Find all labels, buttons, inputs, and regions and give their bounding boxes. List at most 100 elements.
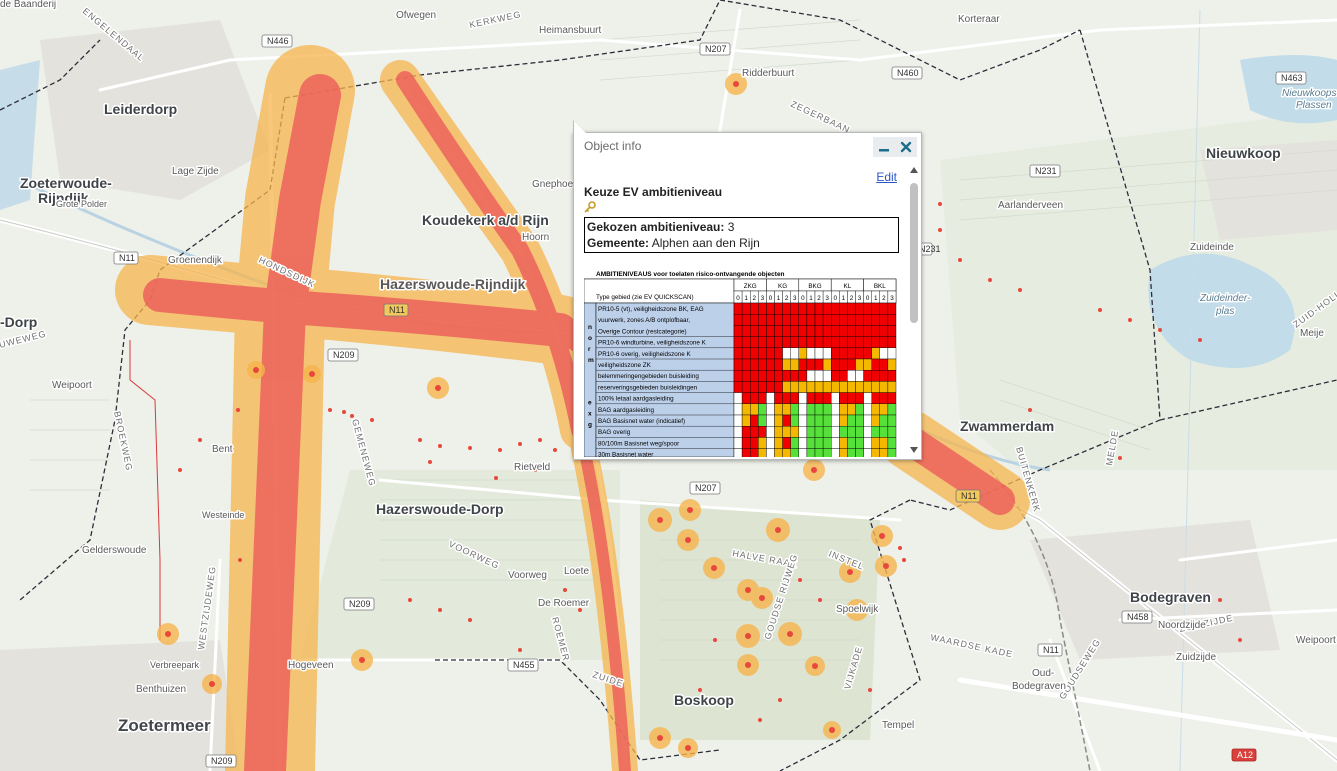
close-button[interactable] (898, 139, 914, 155)
matrix-row-label: PR10-6 overig, veiligheidszone K (598, 351, 692, 358)
matrix-level-label: 2 (882, 295, 886, 302)
place-heimansbuurt: Heimansbuurt (539, 25, 601, 36)
shield-n231: N231 (1029, 164, 1061, 178)
place-zuideinder-plas-1: Zuideinder- (1199, 293, 1251, 304)
shield-n463: N463 (1275, 71, 1307, 85)
svg-text:N11: N11 (1043, 645, 1059, 655)
shield-n207-top: N207 (699, 42, 731, 56)
matrix-level-label: 3 (793, 295, 797, 302)
object-heading: Keuze EV ambitieniveau (584, 185, 723, 199)
place-ridderbuurt: Ridderbuurt (742, 68, 794, 79)
place-koudekerk: Koudekerk a/d Rijn (422, 212, 549, 228)
place-voorweg: Voorweg (508, 570, 547, 581)
matrix-row-header: Type gebied (zie EV QUICKSCAN) (596, 294, 694, 301)
scroll-up-arrow-icon[interactable] (910, 167, 918, 173)
place-grote-polder: Grote Polder (56, 199, 107, 209)
place-leiderdorp: Leiderdorp (104, 101, 177, 117)
place-bent: Bent (212, 444, 233, 455)
matrix-row-label: 100% letaal aardgasleiding (598, 396, 674, 403)
place-oud-bodegraven-2: Bodegraven (1012, 681, 1066, 692)
attribute-label: Gekozen ambitieniveau: (587, 220, 725, 234)
place-nieuwkoopse-plassen-2: Plassen (1296, 100, 1332, 111)
place-gelderswoude: Gelderswoude (82, 545, 147, 556)
key-icon (584, 201, 596, 216)
place-verbreepark: Verbreepark (150, 660, 200, 670)
place-nieuwkoopse-plassen-1: Nieuwkoopse (1282, 88, 1337, 99)
matrix-level-label: 0 (833, 295, 837, 302)
matrix-level-label: 2 (752, 295, 756, 302)
attribute-label: Gemeente: (587, 236, 650, 250)
urban-area-zoetermeer (0, 640, 240, 771)
matrix-level-label: 3 (761, 295, 765, 302)
matrix-group-label: BKG (808, 283, 821, 290)
ambition-matrix-image: AMBITIENIVEAUS voor toelaten risico-ontv… (584, 267, 897, 457)
place-hoorn: Hoorn (522, 232, 549, 243)
place-zoeterwoude-rijndijk-1: Zoeterwoude- (20, 175, 112, 191)
svg-text:N446: N446 (267, 36, 289, 46)
attribute-row-gemeente: Gemeente: Alphen aan den Rijn (587, 235, 896, 251)
matrix-section-letter: m (588, 357, 594, 364)
edit-link[interactable]: Edit (876, 170, 897, 184)
attribute-value: 3 (724, 220, 735, 234)
minimize-button[interactable] (876, 139, 892, 155)
matrix-row-label: reserveringsgebieden buisleidingen (598, 384, 698, 391)
place-weipoort: Weipoort (52, 380, 92, 391)
popup-window-controls (873, 137, 917, 157)
place-lage-zijde: Lage Zijde (172, 166, 219, 177)
place-zuidzijde: Zuidzijde (1176, 652, 1216, 663)
place-meije: Meije (1300, 328, 1324, 339)
matrix-group-label: ZKG (744, 283, 757, 290)
shield-n460: N460 (891, 66, 923, 80)
place-westeinde: Westeinde (202, 510, 244, 520)
close-icon (900, 141, 912, 153)
scroll-down-arrow-icon[interactable] (910, 447, 918, 453)
shield-n11-se: N11 (1037, 643, 1063, 657)
place-hazerswoude-dorp: Hazerswoude-Dorp (376, 501, 504, 517)
shield-n11-center: N11 (383, 303, 409, 317)
matrix-group-label: KL (844, 283, 852, 290)
matrix-row-label: 30m Basisnet water (598, 452, 653, 457)
shield-n209-bottom: N209 (205, 754, 237, 768)
place-dorp: -Dorp (0, 314, 37, 330)
matrix-level-label: 1 (809, 295, 813, 302)
matrix-row-label: BAG Basisnet water (indicatief) (598, 418, 685, 425)
matrix-row-label: belemmeringengebieden buisleiding (598, 373, 699, 380)
place-benthuizen: Benthuizen (136, 684, 186, 695)
svg-text:N207: N207 (705, 44, 727, 54)
shield-n455: N455 (507, 658, 539, 672)
place-nieuwkoop: Nieuwkoop (1206, 145, 1281, 161)
popup-pointer (574, 121, 586, 133)
svg-text:N460: N460 (897, 68, 919, 78)
matrix-section-letter: g (588, 422, 592, 429)
svg-text:A12: A12 (1237, 750, 1253, 760)
svg-text:N209: N209 (211, 756, 233, 766)
matrix-section-letter: o (588, 335, 592, 342)
matrix-level-label: 0 (801, 295, 805, 302)
attribute-row-ambitieniveau: Gekozen ambitieniveau: 3 (587, 219, 896, 235)
place-ofwegen: Ofwegen (396, 10, 436, 21)
object-info-popup: Object info Edit Keuze EV ambitieniveau … (573, 120, 922, 460)
svg-text:N207: N207 (695, 483, 717, 493)
place-korteraar: Korteraar (958, 14, 1000, 25)
svg-text:N231: N231 (1035, 166, 1057, 176)
svg-text:N11: N11 (961, 491, 977, 501)
matrix-row-label: 80/100m Basisnet weg/spoor (598, 440, 679, 447)
svg-text:N463: N463 (1281, 73, 1303, 83)
attribute-box: Gekozen ambitieniveau: 3 Gemeente: Alphe… (584, 217, 899, 253)
matrix-row-label: veiligheidszone ZK (598, 362, 652, 369)
matrix-level-label: 2 (850, 295, 854, 302)
place-bodegraven: Bodegraven (1130, 589, 1211, 605)
place-de-baanderij: de Baanderij (0, 0, 56, 10)
matrix-row-label: vuurwerk, zones A/B ontplofbaar, (598, 317, 690, 324)
place-zuideinde: Zuideinde (1190, 242, 1234, 253)
matrix-row-label: BAG aardgasleiding (598, 407, 655, 414)
matrix-level-label: 0 (769, 295, 773, 302)
scroll-thumb[interactable] (910, 183, 918, 323)
matrix-level-label: 3 (825, 295, 829, 302)
matrix-level-label: 1 (777, 295, 781, 302)
svg-text:N11: N11 (119, 253, 135, 263)
place-hazerswoude-rijndijk: Hazerswoude-Rijndijk (380, 276, 526, 292)
shield-n207-mid: N207 (689, 481, 721, 495)
place-noordzijde: Noordzijde (1158, 620, 1206, 631)
popup-scrollbar[interactable] (909, 167, 919, 453)
